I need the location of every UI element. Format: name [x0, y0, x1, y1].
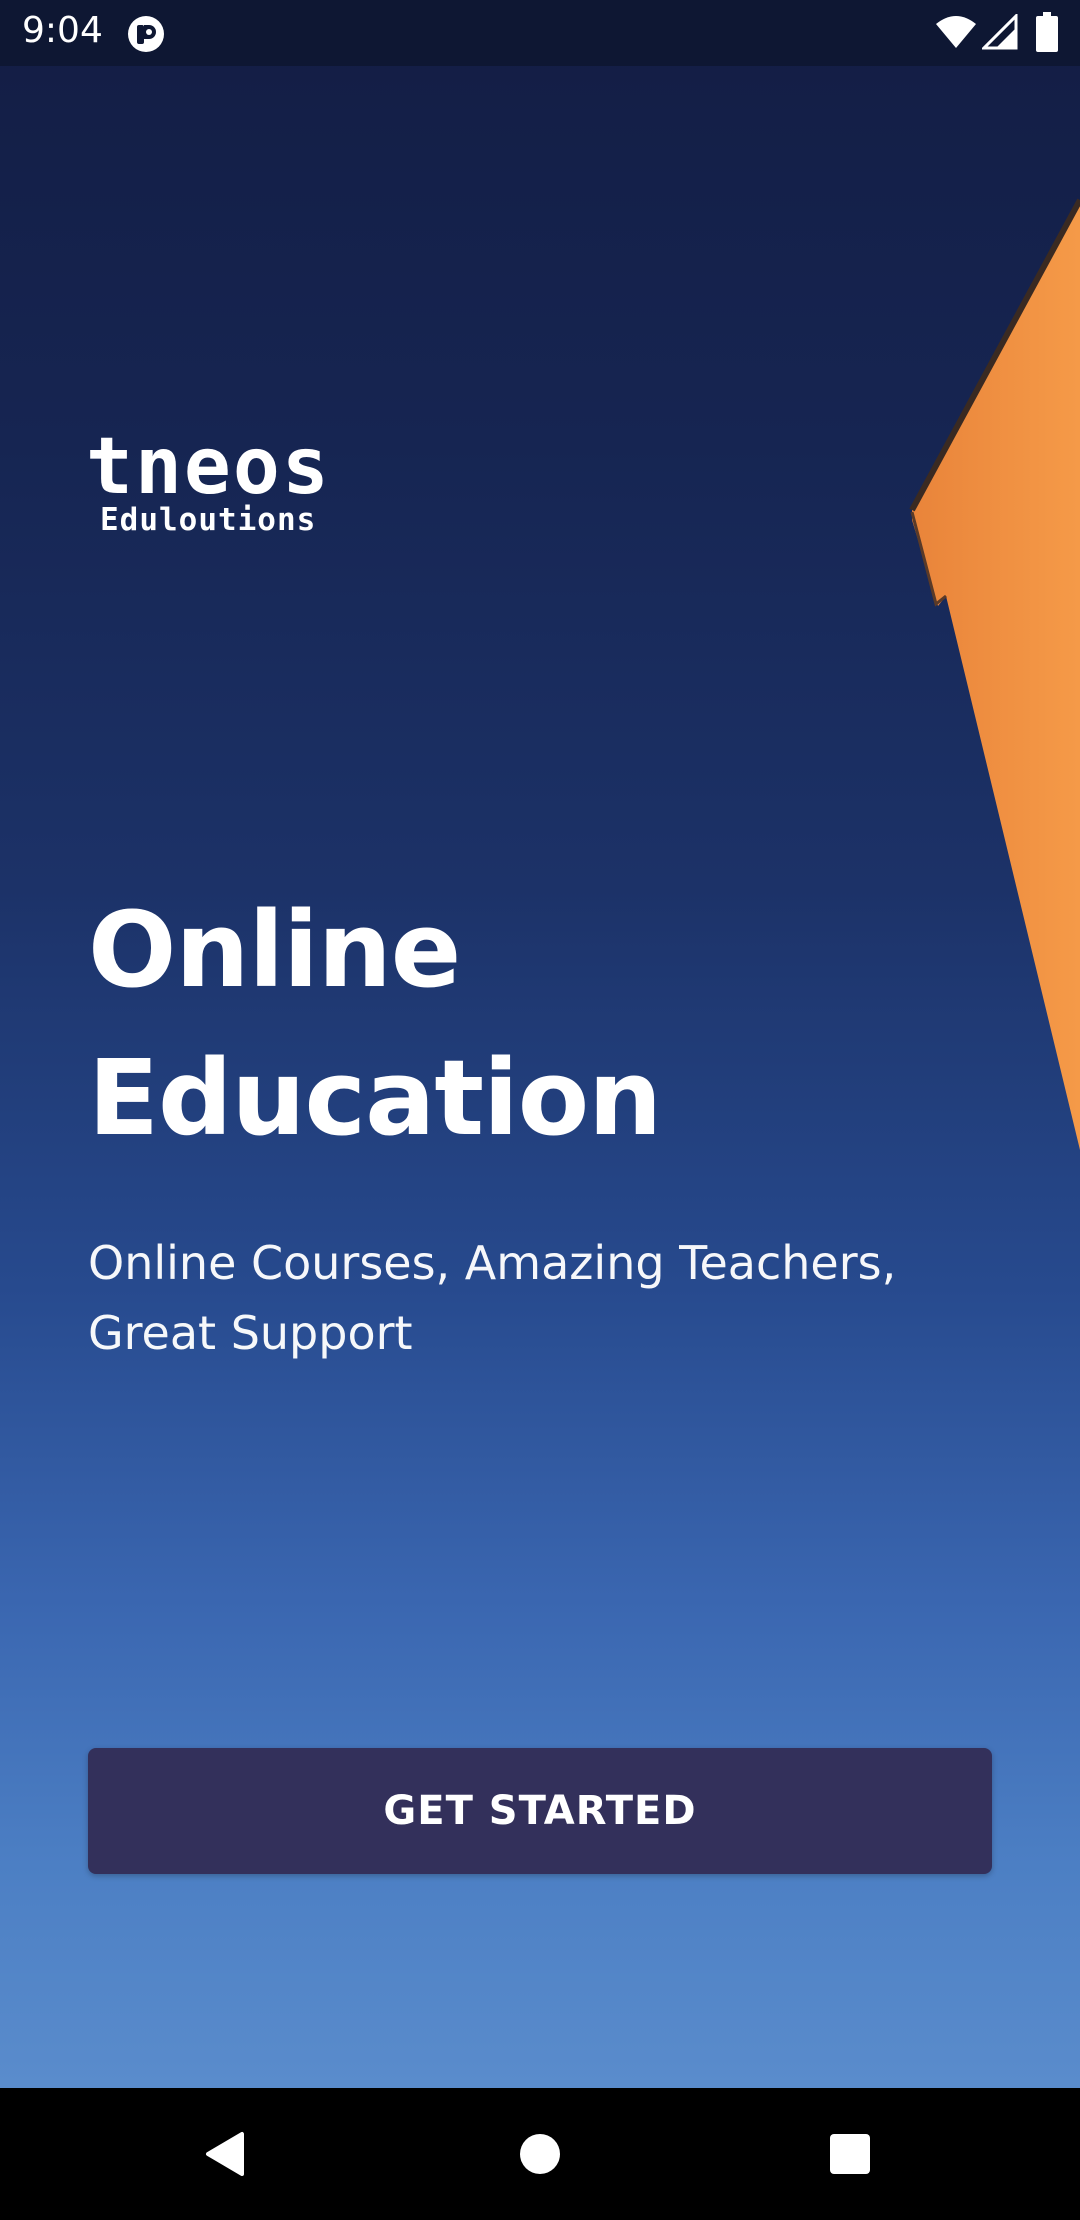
- status-bar: 9:04: [0, 0, 1080, 66]
- status-time: 9:04: [22, 10, 103, 51]
- system-navigation-bar: [0, 2088, 1080, 2220]
- recent-apps-square-icon[interactable]: [820, 2124, 880, 2184]
- headline-line-2: Education: [88, 1037, 662, 1159]
- logo-subtitle: Eduloutions: [100, 502, 317, 538]
- get-started-button[interactable]: GET STARTED: [88, 1748, 992, 1874]
- wifi-icon: [936, 16, 976, 48]
- welcome-screen: 9:04 tneos Eduloutions Online Education …: [0, 0, 1080, 2220]
- tagline-line-1: Online Courses, Amazing Teachers,: [88, 1236, 897, 1290]
- brand-logo: tneos Eduloutions: [86, 428, 366, 538]
- logo-wordmark: tneos: [86, 422, 331, 512]
- tagline-line-2: Great Support: [88, 1306, 413, 1360]
- battery-icon: [1036, 12, 1058, 52]
- back-triangle-icon[interactable]: [196, 2124, 256, 2184]
- notification-app-icon: [128, 16, 164, 52]
- page-title: Online Education: [88, 876, 928, 1172]
- headline-line-1: Online: [88, 889, 461, 1011]
- cellular-signal-icon: [982, 14, 1018, 50]
- home-circle-icon[interactable]: [510, 2124, 570, 2184]
- tagline: Online Courses, Amazing Teachers, Great …: [88, 1228, 988, 1368]
